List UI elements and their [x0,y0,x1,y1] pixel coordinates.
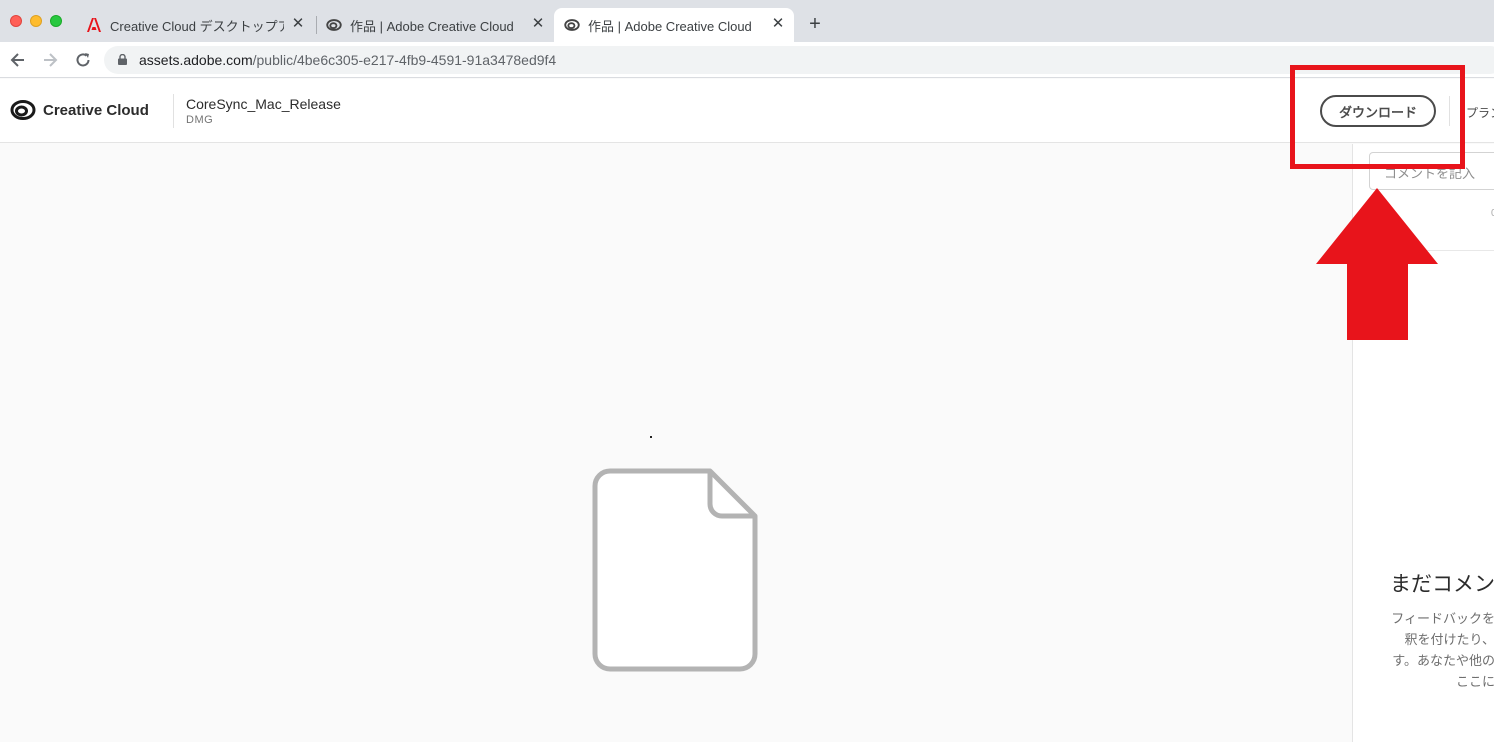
tab-close-icon[interactable]: ✕ [290,16,306,32]
up-arrow-annotation-icon [1316,188,1438,340]
browser-tab-cc-desktop[interactable]: Creative Cloud デスクトップア ✕ [78,8,314,42]
app-header: Creative Cloud CoreSync_Mac_Release DMG … [0,79,1494,143]
tab-close-icon[interactable]: ✕ [530,16,546,32]
empty-desc-line: フィードバックを [1391,611,1494,626]
file-type: DMG [186,114,214,126]
adobe-icon [86,17,102,33]
header-divider [173,94,174,128]
cursor-dot [650,436,652,438]
tab-title: Creative Cloud デスクトップア [110,18,284,34]
file-name: CoreSync_Mac_Release [186,96,341,112]
back-arrow-icon[interactable] [8,50,28,70]
url-text: assets.adobe.com/public/4be6c305-e217-4f… [139,52,556,68]
creative-cloud-icon [326,17,342,33]
file-preview-area [0,144,1352,742]
url-host: assets.adobe.com [139,52,253,68]
url-path: /public/4be6c305-e217-4fb9-4591-91a3478e… [252,52,557,68]
creative-cloud-logo-icon[interactable] [10,99,36,121]
empty-desc-line: ここに [1455,674,1494,689]
plan-link[interactable]: プラン [1466,104,1494,121]
browser-address-bar: assets.adobe.com/public/4be6c305-e217-4f… [0,42,1494,78]
tab-title: 作品 | Adobe Creative Cloud [350,18,514,34]
generic-file-icon [592,468,758,672]
empty-desc-line: す。あなたや他の [1392,653,1494,668]
browser-tab-works-1[interactable]: 作品 | Adobe Creative Cloud ✕ [318,8,554,42]
window-zoom-button[interactable] [50,15,62,27]
tab-close-icon[interactable]: ✕ [770,16,786,32]
highlight-box [1290,65,1465,169]
new-tab-button[interactable]: + [804,13,826,35]
browser-tab-bar: Creative Cloud デスクトップア ✕ 作品 | Adobe Crea… [0,0,1494,42]
tab-separator [316,16,317,34]
empty-comments-title: まだコメン [1390,573,1494,596]
url-field[interactable]: assets.adobe.com/public/4be6c305-e217-4f… [104,46,1494,74]
browser-tab-works-active[interactable]: 作品 | Adobe Creative Cloud ✕ [554,8,794,42]
empty-desc-line: 釈を付けたり、 [1404,632,1494,647]
brand-name[interactable]: Creative Cloud [43,102,149,119]
window-minimize-button[interactable] [30,15,42,27]
creative-cloud-icon [564,17,580,33]
forward-arrow-icon[interactable] [40,50,60,70]
empty-comments-description: フィードバックを 釈を付けたり、 す。あなたや他の ここに [1389,608,1494,692]
reload-icon[interactable] [73,50,93,70]
window-close-button[interactable] [10,15,22,27]
tab-title: 作品 | Adobe Creative Cloud [588,18,752,34]
lock-icon [118,54,127,65]
